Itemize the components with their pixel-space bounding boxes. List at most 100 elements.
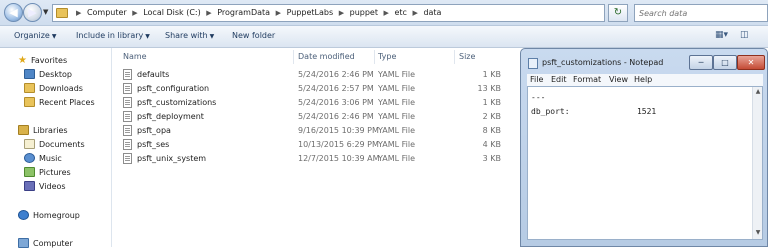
nav-item-recent-places[interactable]: Recent Places [24,97,95,107]
include-in-library-menu[interactable]: Include in library ▼ [76,31,150,40]
yaml-file-icon [123,83,132,94]
menu-format[interactable]: Format [573,75,601,84]
file-row[interactable]: psft_opa 9/16/2015 10:39 PM YAML File 8 … [119,124,503,138]
file-type: YAML File [378,140,416,149]
menu-file[interactable]: File [530,75,543,84]
search-box[interactable] [634,4,768,22]
pictures-icon [24,167,35,177]
nav-favorites[interactable]: ★ Favorites [18,55,67,66]
nav-label: Favorites [30,56,68,65]
chevron-down-icon: ▼ [51,33,57,40]
breadcrumb-separator-icon: ▶ [76,9,82,17]
homegroup-icon [18,210,29,220]
nav-item-music[interactable]: Music [24,153,62,163]
documents-icon [24,139,35,149]
column-divider[interactable] [374,50,375,64]
star-icon: ★ [18,55,27,66]
maximize-button[interactable]: □ [713,55,737,70]
breadcrumb-separator-icon[interactable]: ▶ [276,9,281,17]
file-date: 5/24/2016 2:57 PM [298,84,374,93]
yaml-file-icon [123,111,132,122]
back-button[interactable]: ◀ [4,3,23,22]
view-options-icon[interactable]: ▦▾ [715,30,728,40]
file-type: YAML File [378,70,416,79]
nav-item-pictures[interactable]: Pictures [24,167,71,177]
menu-help[interactable]: Help [634,75,652,84]
vertical-scrollbar[interactable]: ▲ ▼ [752,87,762,239]
downloads-icon [24,83,35,93]
nav-item-documents[interactable]: Documents [24,139,85,149]
include-in-library-label: Include in library [76,31,144,40]
column-divider[interactable] [293,50,294,64]
chevron-down-icon: ▼ [145,33,150,40]
file-name: psft_ses [137,140,170,149]
file-type: YAML File [378,126,416,135]
file-name: psft_customizations [137,98,217,107]
file-size: 3 KB [482,154,501,163]
file-name: psft_configuration [137,84,210,93]
file-type: YAML File [378,112,416,121]
file-name: psft_deployment [137,112,204,121]
notepad-window[interactable]: psft_customizations - Notepad ─ □ ✕ File… [520,48,768,247]
search-input[interactable] [635,5,747,21]
scroll-up-icon[interactable]: ▲ [754,88,762,97]
breadcrumb-item[interactable]: Local Disk (C:) [143,8,201,17]
column-header-type[interactable]: Type [378,52,396,61]
scroll-down-icon[interactable]: ▼ [754,229,762,238]
file-row[interactable]: psft_unix_system 12/7/2015 10:39 AM YAML… [119,152,503,166]
close-button[interactable]: ✕ [737,55,765,70]
column-header-name[interactable]: Name [123,52,147,61]
breadcrumb-item[interactable]: ProgramData [217,8,270,17]
menu-edit[interactable]: Edit [551,75,567,84]
breadcrumb-item[interactable]: data [423,8,441,17]
file-size: 1 KB [482,98,501,107]
nav-libraries[interactable]: Libraries [18,125,68,135]
breadcrumb-item[interactable]: Computer [87,8,127,17]
column-header-date[interactable]: Date modified [298,52,355,61]
file-row[interactable]: psft_configuration 5/24/2016 2:57 PM YAM… [119,82,503,96]
breadcrumb-separator-icon[interactable]: ▶ [413,9,418,17]
share-with-menu[interactable]: Share with ▼ [165,31,214,40]
forward-button[interactable]: ▶ [23,3,42,22]
file-row[interactable]: psft_customizations 5/24/2016 3:06 PM YA… [119,96,503,110]
menu-view[interactable]: View [609,75,628,84]
minimize-button[interactable]: ─ [689,55,713,70]
file-row[interactable]: psft_ses 10/13/2015 6:29 PM YAML File 4 … [119,138,503,152]
nav-label: Homegroup [33,211,80,220]
breadcrumb-item[interactable]: PuppetLabs [287,8,334,17]
nav-item-videos[interactable]: Videos [24,181,66,191]
breadcrumb-separator-icon[interactable]: ▶ [384,9,389,17]
breadcrumb-separator-icon[interactable]: ▶ [132,9,137,17]
breadcrumb-separator-icon[interactable]: ▶ [339,9,344,17]
nav-item-downloads[interactable]: Downloads [24,83,83,93]
address-box[interactable]: ▶ Computer ▶ Local Disk (C:) ▶ ProgramDa… [52,4,650,22]
organize-menu[interactable]: Organize ▼ [14,31,56,40]
file-row[interactable]: defaults 5/24/2016 2:46 PM YAML File 1 K… [119,68,503,82]
column-divider[interactable] [454,50,455,64]
editor-line: --- [531,93,546,102]
libraries-icon [18,125,29,135]
file-size: 13 KB [477,84,501,93]
nav-label: Music [39,154,62,163]
nav-label: Pictures [39,168,71,177]
preview-pane-icon[interactable]: ◫ [740,30,749,40]
breadcrumb-item[interactable]: etc [394,8,406,17]
nav-label: Libraries [33,126,68,135]
organize-label: Organize [14,31,50,40]
file-name: psft_opa [137,126,171,135]
recent-pages-dropdown-icon[interactable]: ▼ [43,8,48,16]
nav-homegroup[interactable]: Homegroup [18,210,80,220]
text-editor[interactable]: --- db_port: 1521 ▲ ▼ [527,86,763,240]
column-header-size[interactable]: Size [459,52,475,61]
refresh-button[interactable]: ↻ [608,4,628,22]
new-folder-button[interactable]: New folder [232,31,275,40]
breadcrumb-separator-icon[interactable]: ▶ [206,9,211,17]
file-row[interactable]: psft_deployment 5/24/2016 2:46 PM YAML F… [119,110,503,124]
videos-icon [24,181,35,191]
breadcrumb-item[interactable]: puppet [350,8,378,17]
chevron-down-icon: ▼ [209,33,215,40]
nav-item-desktop[interactable]: Desktop [24,69,72,79]
editor-content[interactable]: --- db_port: 1521 [531,91,656,119]
window-title: psft_customizations - Notepad [542,58,664,67]
file-date: 5/24/2016 2:46 PM [298,112,374,121]
